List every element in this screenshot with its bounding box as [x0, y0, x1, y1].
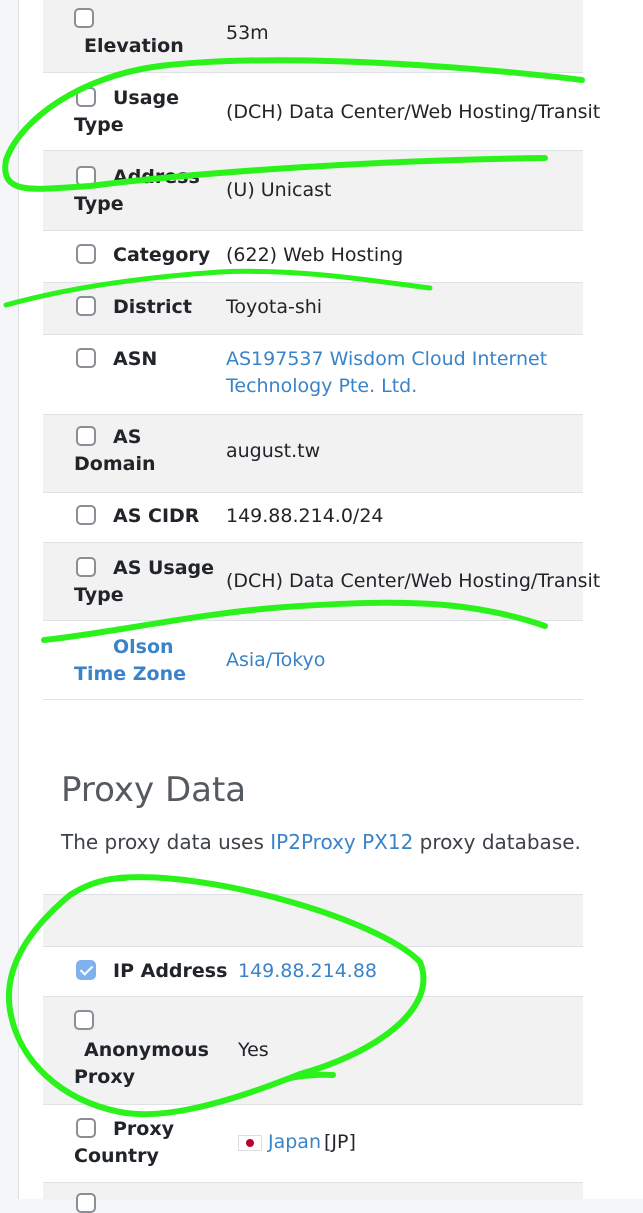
section-desc-proxy: The proxy data uses IP2Proxy PX12 proxy …	[61, 830, 581, 854]
label-address-type-line2: Type	[74, 193, 124, 215]
label-ip-address: IP Address	[113, 960, 228, 982]
label-proxy-country-line2: Country	[74, 1145, 159, 1167]
checkbox-as-usage-type[interactable]	[76, 557, 96, 577]
label-address-type-line1: Address	[113, 166, 200, 188]
value-elevation: 53m	[226, 22, 269, 44]
label-district: District	[113, 296, 192, 318]
checkbox-district[interactable]	[76, 296, 96, 316]
value-olson-time-zone[interactable]: Asia/Tokyo	[226, 647, 325, 674]
value-as-domain: august.tw	[226, 440, 321, 462]
japan-flag-icon	[238, 1135, 262, 1151]
desc-prefix: The proxy data uses	[61, 830, 271, 854]
olson-time-zone-link-line1[interactable]: Olson	[113, 634, 174, 661]
label-as-usage-type-line2: Type	[74, 584, 124, 606]
checkbox-ip-address[interactable]	[76, 960, 96, 980]
label-as-domain-line2: Domain	[74, 453, 156, 475]
value-usage-type: (DCH) Data Center/Web Hosting/Transit	[226, 101, 601, 123]
desc-suffix: proxy database.	[413, 830, 581, 854]
label-anonymous-proxy-line1: Anonymous	[84, 1039, 209, 1061]
label-anonymous-proxy-line2: Proxy	[74, 1066, 135, 1088]
value-anonymous-proxy: Yes	[238, 1039, 269, 1061]
asn-link-line2[interactable]: Technology Pte. Ltd.	[226, 373, 417, 400]
value-as-cidr: 149.88.214.0/24	[226, 505, 384, 527]
checkbox-as-cidr[interactable]	[76, 505, 96, 525]
checkbox-category[interactable]	[76, 244, 96, 264]
label-as-usage-type-line1: AS Usage	[113, 557, 215, 579]
proxy-country-link[interactable]: Japan	[268, 1129, 321, 1156]
row-next-partial	[43, 1182, 583, 1200]
value-address-type: (U) Unicast	[226, 179, 332, 201]
value-as-usage-type: (DCH) Data Center/Web Hosting/Transit	[226, 570, 601, 592]
section-title-proxy-data: Proxy Data	[61, 770, 247, 810]
label-as-domain-line1: AS	[113, 426, 142, 448]
value-ip-address[interactable]: 149.88.214.88	[238, 958, 377, 985]
label-as-cidr: AS CIDR	[113, 505, 200, 527]
value-category: (622) Web Hosting	[226, 244, 404, 266]
proxy-table-header	[43, 894, 583, 947]
olson-time-zone-link-line2[interactable]: Time Zone	[74, 661, 186, 688]
checkbox-asn[interactable]	[76, 348, 96, 368]
proxy-country-code: [JP]	[324, 1131, 356, 1153]
checkbox-as-domain[interactable]	[76, 426, 96, 446]
checkbox-anonymous-proxy[interactable]	[74, 1010, 94, 1030]
ip2proxy-link[interactable]: IP2Proxy PX12	[270, 830, 413, 854]
label-asn: ASN	[113, 348, 158, 370]
checkbox-address-type[interactable]	[76, 166, 96, 186]
label-elevation: Elevation	[84, 35, 184, 57]
label-usage-type-line1: Usage	[113, 87, 180, 109]
value-district: Toyota-shi	[226, 296, 323, 318]
checkbox-proxy-country[interactable]	[76, 1118, 96, 1138]
label-usage-type-line2: Type	[74, 114, 124, 136]
label-proxy-country-line1: Proxy	[113, 1118, 174, 1140]
label-category: Category	[113, 244, 211, 266]
checkbox-elevation[interactable]	[74, 8, 94, 28]
asn-link-line1[interactable]: AS197537 Wisdom Cloud Internet	[226, 346, 547, 373]
checkbox-next-partial[interactable]	[76, 1193, 96, 1213]
checkbox-usage-type[interactable]	[76, 87, 96, 107]
